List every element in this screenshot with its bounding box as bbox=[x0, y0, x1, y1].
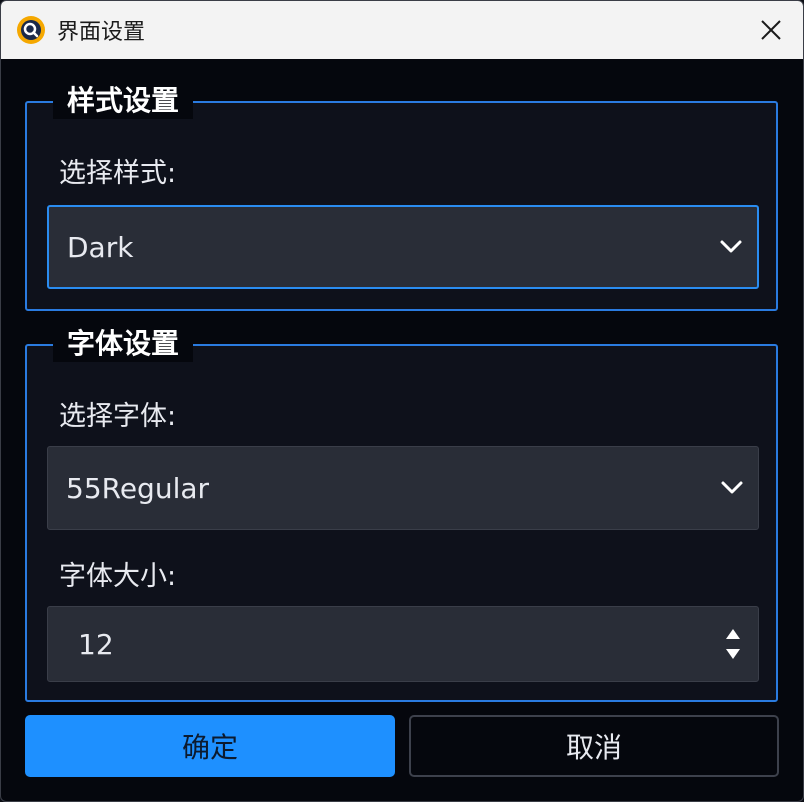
settings-dialog: 界面设置 样式设置 选择样式: Dark 字体设置 选择字体: 55Regula… bbox=[0, 0, 804, 802]
chevron-down-icon bbox=[720, 240, 742, 253]
font-group-title: 字体设置 bbox=[53, 326, 194, 362]
spin-arrows-icon[interactable] bbox=[724, 627, 742, 661]
font-size-label: 字体大小: bbox=[59, 561, 177, 592]
font-settings-group: 字体设置 选择字体: 55Regular 字体大小: 12 bbox=[25, 326, 778, 702]
confirm-button[interactable]: 确定 bbox=[25, 715, 395, 777]
font-dropdown[interactable]: 55Regular bbox=[47, 446, 759, 530]
close-button[interactable] bbox=[753, 13, 789, 47]
close-icon bbox=[761, 20, 781, 40]
app-logo-icon bbox=[15, 14, 47, 46]
cancel-button[interactable]: 取消 bbox=[409, 715, 779, 777]
style-settings-group: 样式设置 选择样式: Dark bbox=[25, 83, 778, 311]
title-bar: 界面设置 bbox=[1, 1, 803, 59]
font-dropdown-value: 55Regular bbox=[66, 471, 210, 505]
font-select-label: 选择字体: bbox=[59, 401, 177, 432]
chevron-down-icon bbox=[721, 481, 743, 494]
font-size-value: 12 bbox=[78, 627, 114, 661]
style-group-title: 样式设置 bbox=[53, 83, 194, 119]
style-select-label: 选择样式: bbox=[59, 158, 177, 189]
style-dropdown[interactable]: Dark bbox=[47, 205, 759, 289]
font-size-spinbox[interactable]: 12 bbox=[47, 606, 759, 682]
window-title: 界面设置 bbox=[57, 20, 146, 45]
style-dropdown-value: Dark bbox=[67, 230, 134, 264]
